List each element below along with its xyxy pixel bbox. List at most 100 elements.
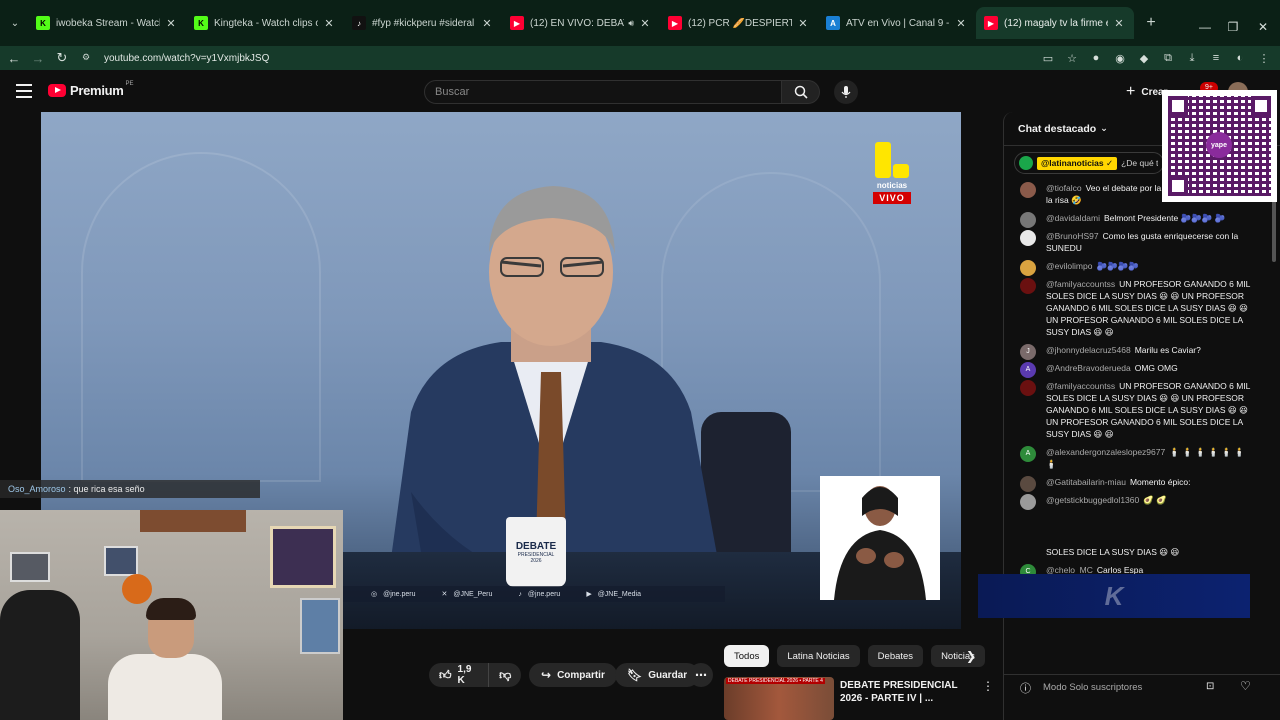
browser-tab[interactable]: ▶ (12) magaly tv la firme en vivo ✕ xyxy=(976,7,1134,39)
extension-icon[interactable]: ● xyxy=(1088,50,1104,66)
browser-tab[interactable]: ▶ (12) EN VIVO: DEBATE PRES 🔊︎ ✕ xyxy=(502,7,660,39)
chevron-right-icon[interactable]: ❯ xyxy=(966,649,976,663)
x-icon: ✕ xyxy=(441,591,448,598)
chat-message[interactable]: SOLES DICE LA SUSY DIAS 😆 😆 xyxy=(1004,546,1268,558)
chat-message[interactable]: @familyaccountss UN PROFESOR GANANDO 6 MI… xyxy=(1004,278,1268,338)
address-bar[interactable]: ⚙ youtube.com/watch?v=y1VxmjbkJSQ xyxy=(82,48,1132,68)
chat-avatar[interactable] xyxy=(1020,380,1036,396)
browser-tab[interactable]: ♪ #fyp #kickperu #sideral | sidera ✕ xyxy=(344,7,502,39)
reload-button[interactable]: ↻ xyxy=(50,50,74,66)
guide-menu-icon[interactable] xyxy=(16,84,32,98)
extension-icon[interactable]: ◆ xyxy=(1136,50,1152,66)
search-button[interactable] xyxy=(782,80,820,104)
dislike-button[interactable]: 👎︎ xyxy=(489,663,521,687)
new-tab-button[interactable]: + xyxy=(1140,12,1162,34)
browser-tab[interactable]: A ATV en Vivo | Canal 9 - Disfruta ✕ xyxy=(818,7,976,39)
chat-username[interactable]: @familyaccountss xyxy=(1046,279,1115,289)
filter-chip[interactable]: Todos xyxy=(724,645,770,667)
chat-message[interactable]: @evilolimpo 🫐🫐🫐🫐 xyxy=(1004,260,1268,276)
info-icon[interactable]: ⓘ xyxy=(1020,680,1031,696)
minimize-button[interactable]: — xyxy=(1190,20,1220,34)
chat-message[interactable]: A @alexandergonzaleslopez9677 🕯️ 🕯️ 🕯️ 🕯️ … xyxy=(1004,446,1268,470)
close-tab-icon[interactable]: ✕ xyxy=(164,17,178,30)
plus-icon: + xyxy=(1126,83,1136,100)
close-window-button[interactable]: ✕ xyxy=(1248,20,1278,34)
browser-tab[interactable]: ▶ (12) PCR 🥖DESPIERTA PERU ✕ xyxy=(660,7,818,39)
filter-chip[interactable]: Latina Noticias xyxy=(777,645,860,667)
media-control-icon[interactable]: ≡ xyxy=(1208,50,1224,66)
download-icon[interactable]: ⤓ xyxy=(1184,50,1200,66)
recommended-title[interactable]: DEBATE PRESIDENCIAL 2026 - PARTE IV | ..… xyxy=(840,679,980,705)
like-button[interactable]: 👍︎ 1,9 K xyxy=(429,663,490,687)
profile-icon[interactable]: ◐ xyxy=(1232,50,1248,66)
bookmark-star-icon[interactable]: ☆ xyxy=(1064,50,1080,66)
chat-avatar[interactable] xyxy=(1020,494,1036,510)
chat-avatar[interactable] xyxy=(1020,230,1036,246)
chat-message-text: 🫐🫐🫐🫐 xyxy=(1096,261,1139,271)
super-chat-icon[interactable]: ⊡ xyxy=(1206,681,1214,692)
kick-logo-overlay: K xyxy=(978,574,1250,618)
chat-message[interactable]: @familyaccountss UN PROFESOR GANANDO 6 MI… xyxy=(1004,380,1268,440)
youtube-logo[interactable]: Premium PE xyxy=(48,81,134,98)
chat-message[interactable]: @davidaldami Belmont Presidente 🫐🫐🫐 🫐 xyxy=(1004,212,1268,228)
filter-chip[interactable]: Debates xyxy=(867,645,924,667)
speaker-icon[interactable]: 🔊︎ xyxy=(628,18,634,29)
close-tab-icon[interactable]: ✕ xyxy=(480,17,494,30)
chat-username[interactable]: @evilolimpo xyxy=(1046,261,1092,271)
chat-username[interactable]: @Gatitabailarin-miau xyxy=(1046,477,1126,487)
more-actions-button[interactable]: ⋯ xyxy=(689,663,713,687)
maximize-button[interactable]: ❐ xyxy=(1218,20,1248,34)
puzzle-icon[interactable]: ⧉ xyxy=(1160,50,1176,66)
cast-icon[interactable]: ▭ xyxy=(1040,50,1056,66)
pinned-message[interactable]: @latinanoticias ✓ ¿De qué t xyxy=(1014,152,1164,174)
chat-username[interactable]: @jhonnydelacruz5468 xyxy=(1046,345,1131,355)
close-tab-icon[interactable]: ✕ xyxy=(638,17,652,30)
filter-chip[interactable]: Noticias xyxy=(931,645,985,667)
search-input[interactable] xyxy=(435,86,781,98)
browser-tab[interactable]: Kiwobeka Stream - Watch Live o ✕ xyxy=(28,7,186,39)
chat-username[interactable]: @getstickbuggedlol1360 xyxy=(1046,495,1139,505)
chat-username[interactable]: @AndreBravoderueda xyxy=(1046,363,1131,373)
wall-poster xyxy=(104,546,138,576)
chat-message[interactable]: A @AndreBravoderueda OMG OMG xyxy=(1004,362,1268,378)
video-thumbnail[interactable]: DEBATE PRESIDENCIAL 2026 • PARTE 4 xyxy=(724,677,834,720)
share-button[interactable]: ↪ Compartir xyxy=(529,663,617,687)
chat-avatar[interactable]: A xyxy=(1020,446,1036,462)
tab-search-chevron-icon[interactable]: ⌄ xyxy=(6,14,24,32)
chat-avatar[interactable] xyxy=(1020,476,1036,492)
chat-avatar[interactable]: J xyxy=(1020,344,1036,360)
chat-username[interactable]: @familyaccountss xyxy=(1046,381,1115,391)
chat-message[interactable]: @BrunoHS97 Como les gusta enriquecerse co… xyxy=(1004,230,1268,254)
extension-icon[interactable]: ◉ xyxy=(1112,50,1128,66)
chat-message[interactable]: J @jhonnydelacruz5468 Marilu es Caviar? xyxy=(1004,344,1268,360)
recommended-video[interactable]: DEBATE PRESIDENCIAL 2026 • PARTE 4 DEBAT… xyxy=(724,677,1000,720)
browser-tab[interactable]: K Kingteka - Watch clips on Kick ✕ xyxy=(186,7,344,39)
close-tab-icon[interactable]: ✕ xyxy=(954,17,968,30)
chat-username[interactable]: @BrunoHS97 xyxy=(1046,231,1099,241)
chat-avatar[interactable] xyxy=(1020,278,1036,294)
chat-username[interactable]: @tiofalco xyxy=(1046,183,1082,193)
close-tab-icon[interactable]: ✕ xyxy=(796,17,810,30)
browser-menu-icon[interactable]: ⋮ xyxy=(1256,50,1272,66)
site-info-icon[interactable]: ⚙ xyxy=(82,52,94,64)
chat-username[interactable]: @davidaldami xyxy=(1046,213,1100,223)
tab-title: Kingteka - Watch clips on Kick xyxy=(214,17,318,29)
more-vertical-icon[interactable]: ⋮ xyxy=(982,679,994,693)
voice-search-button[interactable] xyxy=(834,80,858,104)
heart-icon[interactable]: ♡ xyxy=(1240,679,1251,693)
forward-button[interactable]: → xyxy=(26,51,50,66)
tab-favicon-icon: ♪ xyxy=(352,16,366,30)
chat-avatar[interactable] xyxy=(1020,212,1036,228)
overlay-chat-message: : que rica esa seño xyxy=(68,484,145,494)
chat-avatar[interactable] xyxy=(1020,182,1036,198)
close-tab-icon[interactable]: ✕ xyxy=(322,17,336,30)
close-tab-icon[interactable]: ✕ xyxy=(1112,17,1126,30)
chat-avatar[interactable] xyxy=(1020,260,1036,276)
chat-message[interactable]: @Gatitabailarin-miau Momento épico: xyxy=(1004,476,1268,492)
interpreter-figure xyxy=(834,486,926,600)
save-button[interactable]: 🔖︎ Guardar xyxy=(615,663,700,687)
back-button[interactable]: ← xyxy=(2,51,26,66)
chat-avatar[interactable]: A xyxy=(1020,362,1036,378)
chat-message[interactable]: @getstickbuggedlol1360 🥑 🥑 xyxy=(1004,494,1268,510)
chat-username[interactable]: @alexandergonzaleslopez9677 xyxy=(1046,447,1165,457)
